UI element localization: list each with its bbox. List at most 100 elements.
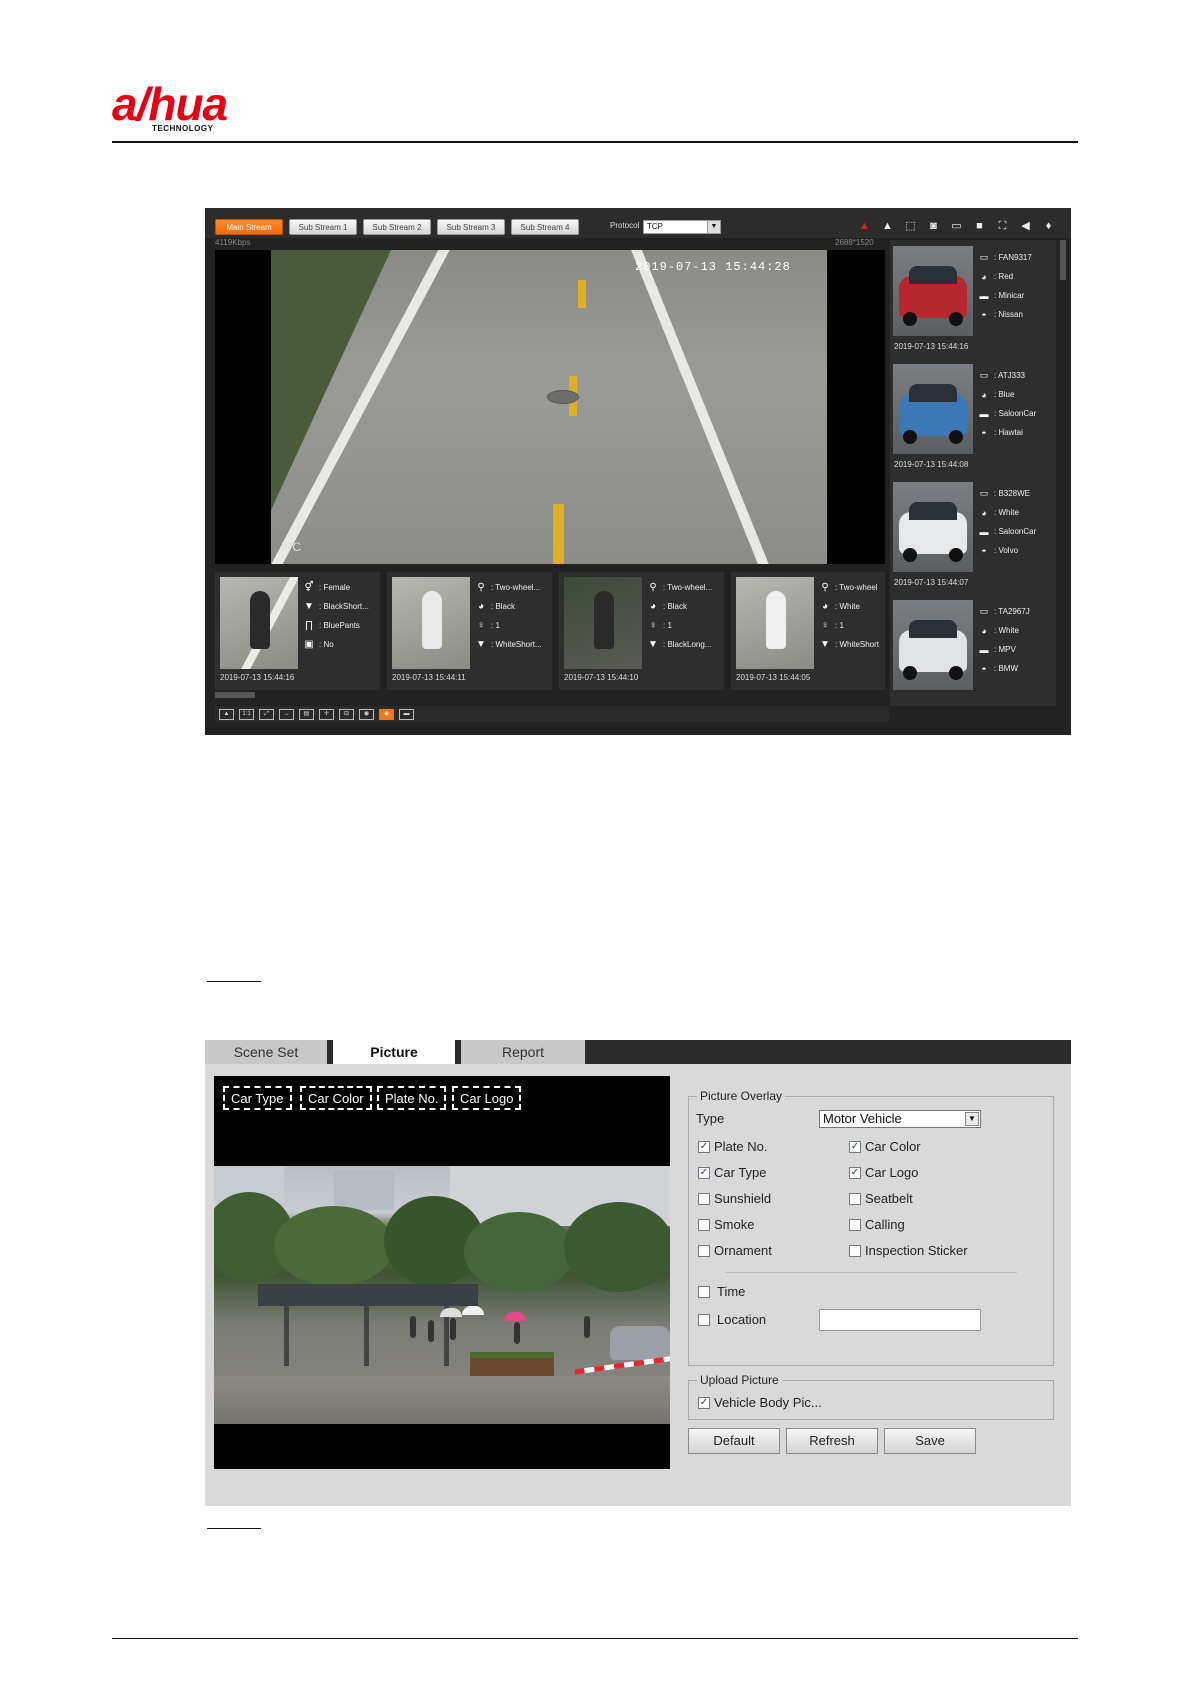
gender-icon: ⚥ [304, 582, 314, 593]
bike-icon: ⚲ [477, 582, 485, 593]
alarm-icon[interactable]: ▲ [856, 219, 873, 233]
plate-no-checkbox[interactable]: ✓ [698, 1141, 710, 1153]
stretch-icon[interactable]: ↔ [279, 708, 294, 720]
vehicle-card[interactable]: ▭: FAN9317 ◕: Red ▬: Minicar ◓: Nissan 2… [890, 240, 1056, 359]
fullscreen-icon[interactable]: ⛶ [994, 219, 1011, 233]
sub-stream-1-button[interactable]: Sub Stream 1 [289, 219, 357, 235]
color-icon: ◕ [981, 625, 987, 636]
record-icon[interactable]: ■ [971, 219, 988, 233]
default-button[interactable]: Default [688, 1428, 780, 1454]
snapshot-icon[interactable]: ◙ [925, 219, 942, 233]
snapshot-card[interactable]: ⚲: Two-wheel ◕: White ♀: 1 ▼: WhiteShort… [731, 572, 885, 690]
original-size-icon[interactable]: 1:1 [239, 708, 254, 720]
car-logo-checkbox[interactable]: ✓ [849, 1167, 861, 1179]
snapshot-card[interactable]: ⚲: Two-wheel... ◕: Black ♀: 1 ▼: WhiteSh… [387, 572, 552, 690]
sunshield-label: Sunshield [714, 1191, 772, 1206]
protocol-value: TCP [647, 222, 663, 231]
sunshield-checkbox[interactable] [698, 1193, 710, 1205]
snapshot-attr: ∏: BluePants [304, 620, 360, 631]
tab-bar: Scene Set Picture Report [205, 1040, 1071, 1064]
save-button[interactable]: Save [884, 1428, 976, 1454]
car-color-checkbox[interactable]: ✓ [849, 1141, 861, 1153]
car-type-label: Car Type [714, 1165, 767, 1180]
alarm-off-icon[interactable]: ▲ [879, 219, 896, 233]
overlay-label-plate-no[interactable]: Plate No. [377, 1086, 447, 1110]
time-checkbox[interactable] [698, 1286, 710, 1298]
snapshot-time: 2019-07-13 15:44:11 [392, 673, 466, 682]
car-logo-label: Car Logo [865, 1165, 919, 1180]
shirt-icon: ▼ [820, 639, 830, 650]
seatbelt-checkbox[interactable] [849, 1193, 861, 1205]
sub-stream-3-button[interactable]: Sub Stream 3 [437, 219, 505, 235]
ptz-icon[interactable]: ✛ [319, 708, 334, 720]
step-underline [207, 981, 261, 982]
vehicle-card[interactable]: ▭: B328WE ◕: White ▬: SaloonCar ◓: Volvo… [890, 476, 1056, 595]
snapshot-thumbnail [220, 577, 298, 669]
overlay-divider [725, 1272, 1017, 1273]
vehicle-icon[interactable]: ▬ [399, 708, 414, 720]
sub-stream-4-button[interactable]: Sub Stream 4 [511, 219, 579, 235]
bitrate-readout: 4119Kbps [215, 238, 251, 247]
vehicle-card[interactable]: ▭: ATJ333 ◕: Blue ▬: SaloonCar ◓: Hawtai… [890, 358, 1056, 477]
snapshot-attr: ▼: BlackShort... [304, 601, 369, 612]
type-select[interactable]: Motor Vehicle ▼ [819, 1110, 981, 1128]
vehicle-card[interactable]: ▭: TA2967J ◕: White ▬: MPV ◓: BMW [890, 594, 1056, 706]
snapshot-scrollbar[interactable] [215, 692, 255, 698]
tab-scene-set[interactable]: Scene Set [205, 1040, 327, 1064]
face-icon[interactable]: ◉ [359, 708, 374, 720]
smart-rule-icon[interactable]: ◈ [379, 708, 394, 720]
live-video[interactable]: 2019-07-13 15:44:28 IPC [215, 250, 885, 564]
rule-icon[interactable]: ⊟ [339, 708, 354, 720]
region-zoom-icon[interactable]: ⬚ [902, 219, 919, 233]
location-checkbox[interactable] [698, 1314, 710, 1326]
plate-icon: ▭ [979, 606, 989, 616]
smoke-checkbox[interactable] [698, 1219, 710, 1231]
car-type-checkbox[interactable]: ✓ [698, 1167, 710, 1179]
inspection-sticker-checkbox[interactable] [849, 1245, 861, 1257]
ornament-checkbox[interactable] [698, 1245, 710, 1257]
step-underline [207, 1528, 261, 1529]
inspection-sticker-label: Inspection Sticker [865, 1243, 968, 1258]
location-input[interactable] [819, 1309, 981, 1331]
tab-report[interactable]: Report [461, 1040, 585, 1064]
overlay-label-car-logo[interactable]: Car Logo [452, 1086, 522, 1110]
snapshot-card[interactable]: ⚥: Female ▼: BlackShort... ∏: BluePants … [215, 572, 380, 690]
refresh-button[interactable]: Refresh [786, 1428, 878, 1454]
protocol-select[interactable]: TCP ▼ [643, 220, 721, 234]
vehicle-time: 2019-07-13 15:44:08 [894, 460, 969, 469]
shirt-icon: ▼ [304, 601, 314, 612]
location-label: Location [717, 1312, 767, 1327]
video-timestamp: 2019-07-13 15:44:28 [635, 260, 791, 274]
snapshot-thumbnail [564, 577, 642, 669]
microphone-icon[interactable]: ♦ [1040, 219, 1057, 233]
overlay-label-car-type[interactable]: Car Type [223, 1086, 292, 1110]
color-icon: ◕ [981, 271, 987, 282]
snapshot-time: 2019-07-13 15:44:05 [736, 673, 811, 682]
plate-icon: ▭ [979, 488, 989, 498]
pants-icon: ∏ [304, 620, 314, 631]
main-stream-button[interactable]: Main Stream [215, 219, 283, 235]
snapshot-thumbnail [392, 577, 470, 669]
calling-checkbox[interactable] [849, 1219, 861, 1231]
vehicle-thumbnail [893, 600, 973, 690]
type-select-value: Motor Vehicle [823, 1111, 902, 1126]
vehicle-thumbnail [893, 482, 973, 572]
sub-stream-2-button[interactable]: Sub Stream 2 [363, 219, 431, 235]
bottom-toolbar: ▲ 1:1 ⤢ ↔ ▤ ✛ ⊟ ◉ ◈ ▬ [215, 706, 889, 722]
vehicle-body-pic-checkbox[interactable]: ✓ [698, 1397, 710, 1409]
live-view-screenshot: Main Stream Sub Stream 1 Sub Stream 2 Su… [205, 208, 1071, 735]
audio-icon[interactable]: ◀ [1017, 219, 1034, 233]
fit-window-icon[interactable]: ⤢ [259, 708, 274, 720]
tab-picture[interactable]: Picture [333, 1040, 455, 1064]
overlay-label-car-color[interactable]: Car Color [300, 1086, 372, 1110]
snapshot-card[interactable]: ⚲: Two-wheel... ◕: Black ♀: 1 ▼: BlackLo… [559, 572, 724, 690]
snapshot-time: 2019-07-13 15:44:16 [220, 673, 295, 682]
picture-overlay-group: Picture Overlay Type Motor Vehicle ▼ ✓ P… [688, 1089, 1054, 1366]
zoom-icon[interactable]: ▤ [299, 708, 314, 720]
image-adjust-icon[interactable]: ▲ [219, 708, 234, 720]
vehicle-panel-scrollbar[interactable] [1060, 240, 1066, 280]
triple-snapshot-icon[interactable]: ▭ [948, 219, 965, 233]
ornament-label: Ornament [714, 1243, 772, 1258]
logo-subtitle: TECHNOLOGY [152, 124, 214, 133]
snapshot-strip: ⚥: Female ▼: BlackShort... ∏: BluePants … [215, 572, 885, 690]
